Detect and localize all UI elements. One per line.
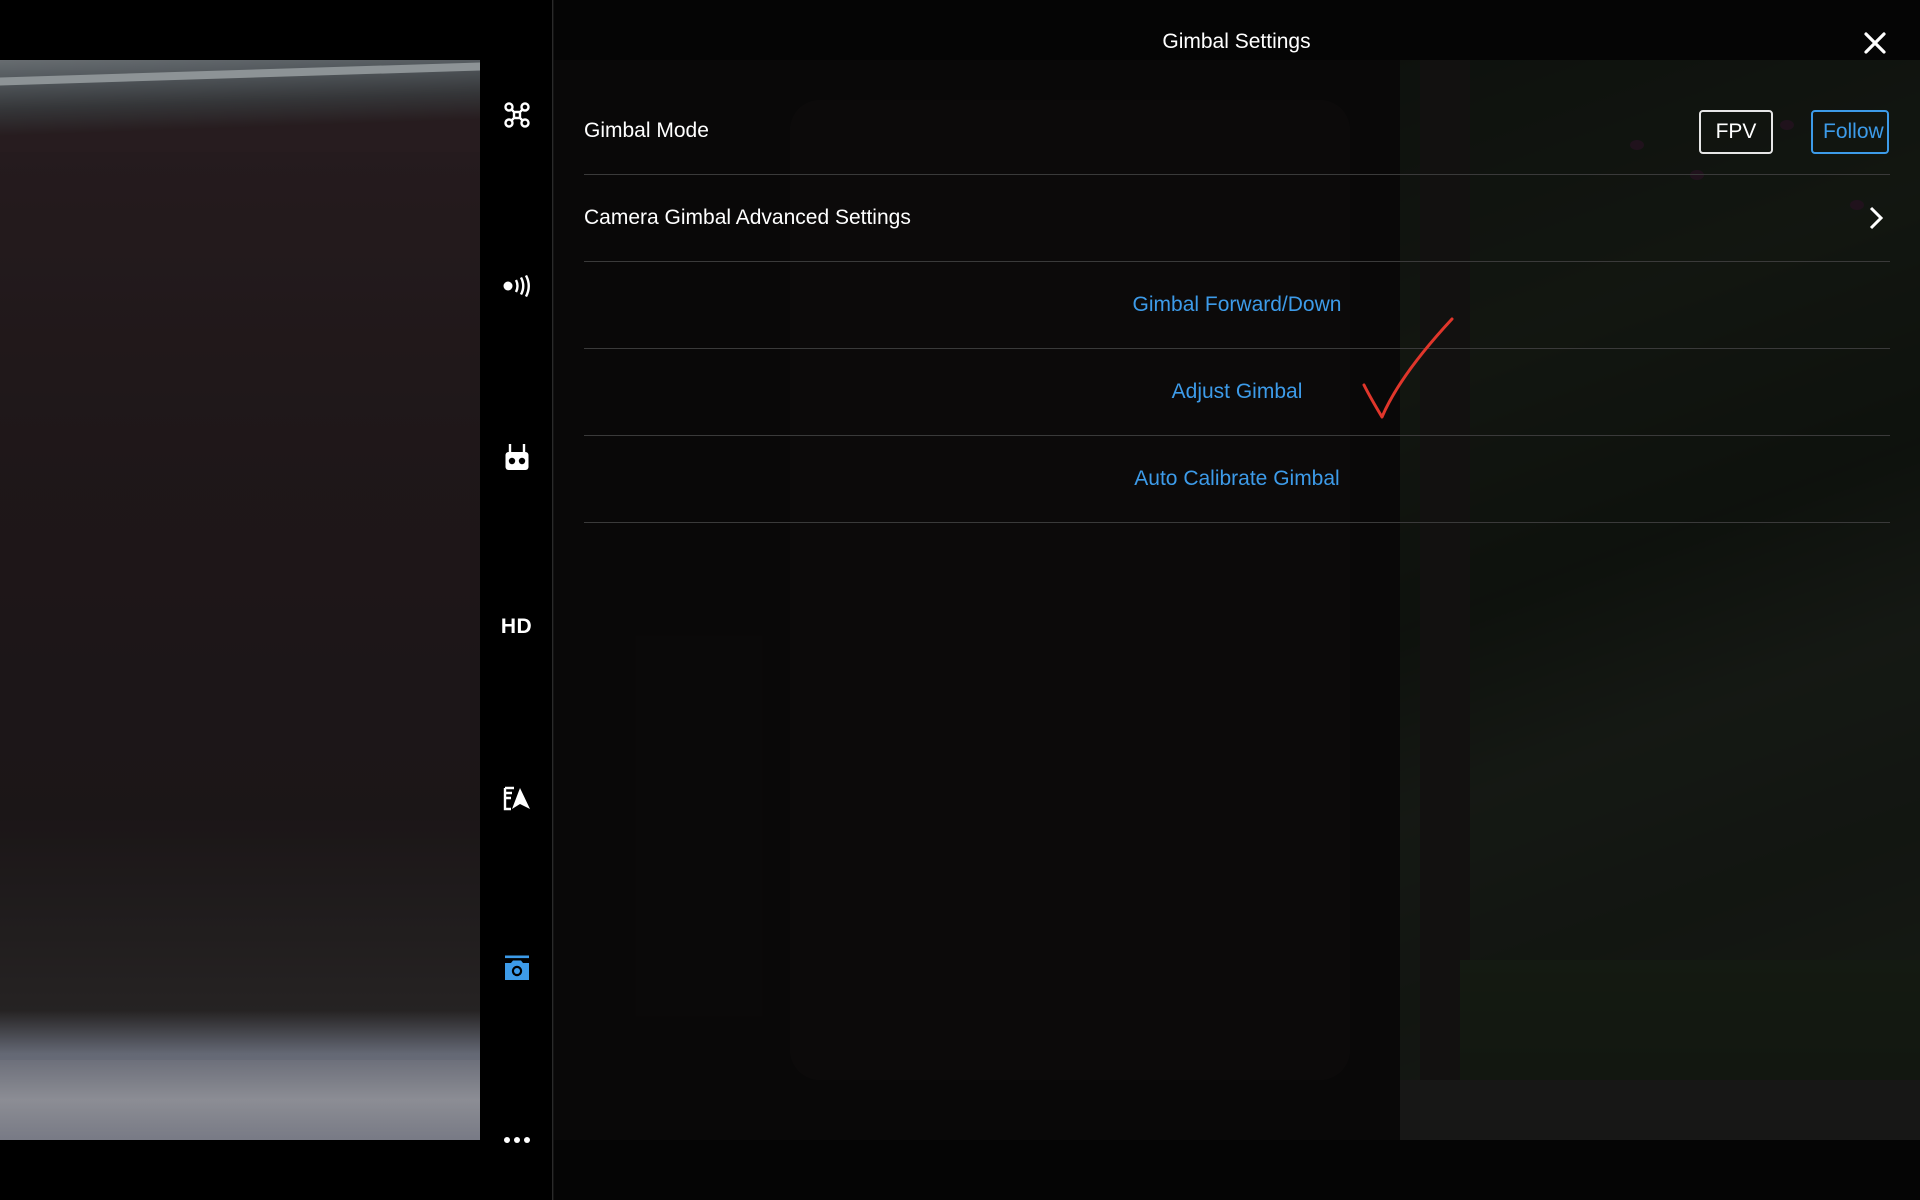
gimbal-forward-down-button[interactable]: Gimbal Forward/Down [584, 262, 1890, 348]
tab-remote-controller[interactable] [480, 427, 553, 487]
auto-calibrate-gimbal-button[interactable]: Auto Calibrate Gimbal [584, 436, 1890, 522]
checkmark-annotation-icon [1362, 317, 1454, 419]
adjust-gimbal-row: Adjust Gimbal [584, 349, 1890, 436]
tab-signal[interactable] [480, 256, 553, 316]
more-icon [503, 1137, 530, 1143]
remote-controller-icon [505, 444, 528, 470]
signal-icon [503, 275, 530, 297]
gimbal-camera-icon [504, 955, 529, 980]
tab-more[interactable] [480, 1110, 553, 1170]
settings-tab-rail: HD [480, 60, 553, 1143]
tab-aircraft[interactable] [480, 85, 553, 145]
advanced-settings-label: Camera Gimbal Advanced Settings [584, 206, 911, 229]
aircraft-icon [503, 102, 530, 128]
page-title: Gimbal Settings [1162, 30, 1311, 53]
tab-hd-transmission[interactable]: HD [480, 597, 553, 657]
follow-mode-button[interactable]: Follow [1811, 110, 1889, 154]
gimbal-mode-label: Gimbal Mode [584, 119, 709, 142]
map-navigation-icon [503, 786, 530, 811]
adjust-gimbal-button[interactable]: Adjust Gimbal [584, 349, 1890, 435]
hd-label: HD [500, 615, 533, 638]
tab-map-navigation[interactable] [480, 768, 553, 828]
advanced-settings-row[interactable]: Camera Gimbal Advanced Settings [584, 175, 1890, 262]
tab-gimbal[interactable] [480, 938, 553, 998]
chevron-right-icon [1869, 206, 1884, 230]
fpv-mode-button[interactable]: FPV [1699, 110, 1773, 154]
auto-calibrate-row: Auto Calibrate Gimbal [584, 436, 1890, 523]
gimbal-mode-row: Gimbal Mode FPV Follow [584, 88, 1890, 175]
close-icon[interactable] [1860, 28, 1890, 58]
gimbal-forward-down-row: Gimbal Forward/Down [584, 262, 1890, 349]
